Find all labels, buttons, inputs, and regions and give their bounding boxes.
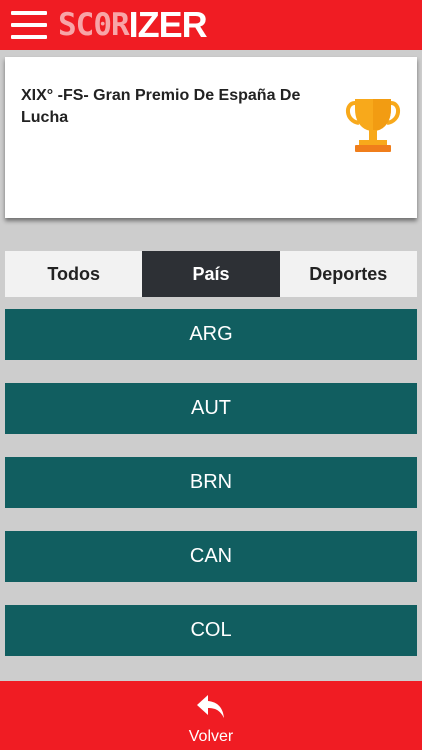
country-button-arg[interactable]: ARG	[5, 309, 417, 360]
trophy-icon	[346, 99, 400, 152]
country-button-aut[interactable]: AUT	[5, 383, 417, 434]
country-button-brn[interactable]: BRN	[5, 457, 417, 508]
logo-part-izer: IZER	[128, 4, 208, 45]
app-header: SC0R IZER	[0, 0, 422, 50]
back-button[interactable]: Volver	[171, 689, 251, 745]
tab-todos[interactable]: Todos	[5, 251, 143, 297]
tab-deportes[interactable]: Deportes	[279, 251, 417, 297]
reply-arrow-icon	[197, 695, 224, 718]
tab-pais[interactable]: País	[142, 251, 280, 297]
country-button-col[interactable]: COL	[5, 605, 417, 656]
country-button-can[interactable]: CAN	[5, 531, 417, 582]
app-logo: SC0R IZER	[58, 4, 208, 45]
event-title: XIX° -FS- Gran Premio De España De Lucha	[21, 87, 301, 126]
footer-bar: Volver	[0, 681, 422, 750]
back-label: Volver	[188, 728, 234, 745]
hamburger-menu-icon[interactable]	[11, 11, 47, 39]
country-list: ARG AUT BRN CAN COL	[5, 309, 417, 679]
logo-part-score: SC0R	[58, 7, 130, 43]
filter-tabs: Todos País Deportes	[5, 251, 417, 297]
event-card[interactable]: XIX° -FS- Gran Premio De España De Lucha	[5, 57, 417, 218]
